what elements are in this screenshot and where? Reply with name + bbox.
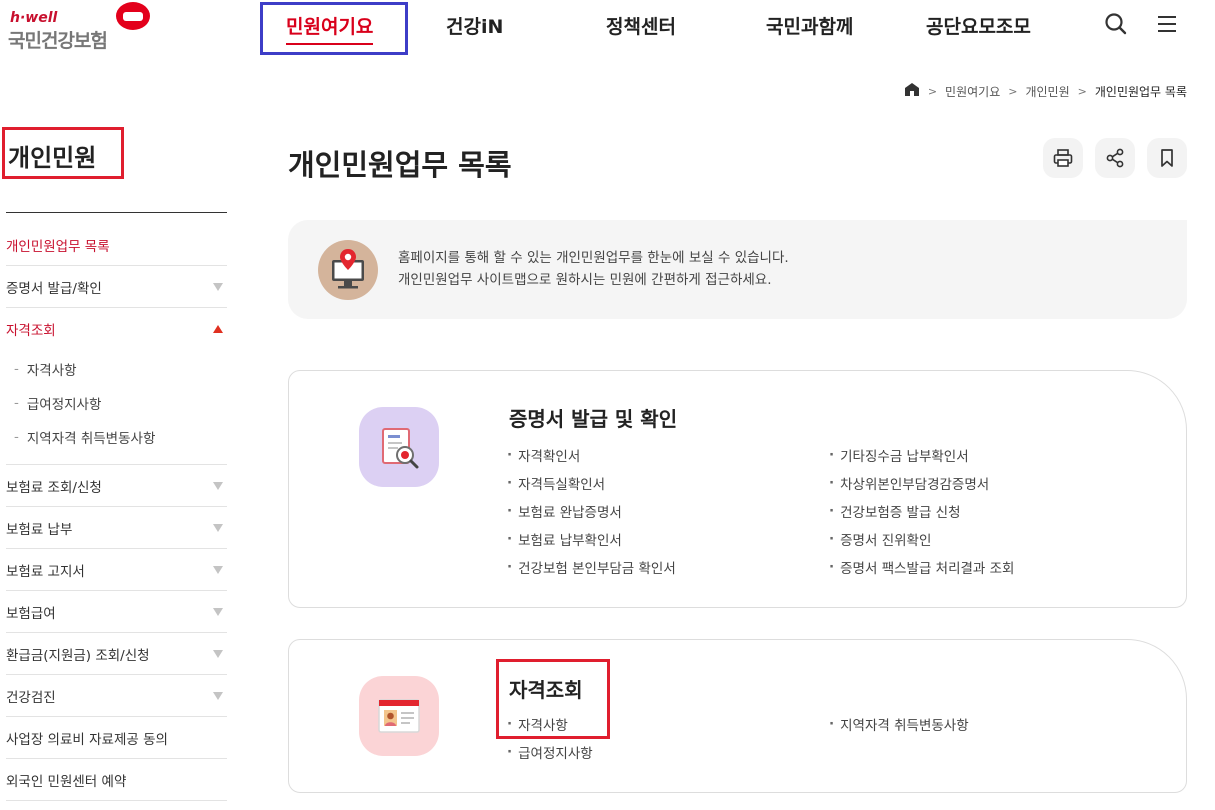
breadcrumb-item[interactable]: 개인민원 (1025, 83, 1069, 100)
menu-icon[interactable] (1153, 10, 1181, 38)
link-regional-eligibility-changes[interactable]: 지역자격 취득변동사항 (829, 710, 1151, 738)
chevron-right-icon: > (1077, 84, 1087, 98)
sidebar-item-list[interactable]: 개인민원업무 목록 (6, 224, 227, 266)
sidebar-subitem-eligibility-details[interactable]: - 자격사항 (14, 352, 227, 386)
logo-mark-icon (116, 2, 150, 30)
link-benefit-suspension[interactable]: 급여정지사항 (507, 738, 829, 766)
bookmark-icon[interactable] (1147, 138, 1187, 178)
print-icon[interactable] (1043, 138, 1083, 178)
sidebar-subitem-benefit-suspension[interactable]: - 급여정지사항 (14, 386, 227, 420)
section-certificate: 증명서 발급 및 확인 자격확인서 기타징수금 납부확인서 자격득실확인서 차상… (288, 370, 1187, 608)
nav-policy-center[interactable]: 정책센터 (606, 12, 676, 39)
link-eligibility-certificate[interactable]: 자격확인서 (507, 441, 829, 469)
intro-banner: 홈페이지를 통해 할 수 있는 개인민원업무를 한눈에 보실 수 있습니다. 개… (288, 220, 1187, 319)
sidebar-item-premium-inquiry[interactable]: 보험료 조회/신청 (6, 465, 227, 507)
sidebar-divider (6, 212, 227, 213)
breadcrumb-current: 개인민원업무 목록 (1094, 84, 1187, 99)
link-copayment-confirmation[interactable]: 건강보험 본인부담금 확인서 (507, 553, 829, 581)
share-icon[interactable] (1095, 138, 1135, 178)
chevron-up-icon (213, 325, 223, 333)
nav-with-citizens[interactable]: 국민과함께 (766, 12, 853, 39)
sidebar-item-eligibility[interactable]: 자격조회 (6, 308, 227, 350)
link-eligibility-history[interactable]: 자격득실확인서 (507, 469, 829, 497)
chevron-down-icon (213, 649, 223, 658)
site-header: h·well 국민건강보험 민원여기요 건강iN 정책센터 국민과함께 공단요모… (0, 0, 1215, 58)
sidebar-item-premium-payment[interactable]: 보험료 납부 (6, 507, 227, 549)
chevron-right-icon: > (927, 84, 938, 98)
sidebar-item-premium-bill[interactable]: 보험료 고지서 (6, 549, 227, 591)
nhis-logo[interactable]: h·well 국민건강보험 (8, 2, 158, 52)
annotation-box-nav (260, 2, 408, 55)
home-icon[interactable] (904, 82, 920, 100)
chevron-down-icon (213, 282, 223, 291)
section-link-list: 자격확인서 기타징수금 납부확인서 자격득실확인서 차상위본인부담경감증명서 보… (507, 441, 1147, 581)
nav-about-nhis[interactable]: 공단요모조모 (926, 12, 1031, 39)
id-card-icon (359, 676, 439, 756)
search-icon[interactable] (1102, 10, 1130, 38)
nav-health-in[interactable]: 건강iN (446, 12, 503, 39)
chevron-right-icon: > (1008, 84, 1018, 98)
sidebar-submenu: - 자격사항 - 급여정지사항 - 지역자격 취득변동사항 (6, 350, 227, 465)
page-title: 개인민원업무 목록 (288, 148, 512, 182)
sidebar-item-benefits[interactable]: 보험급여 (6, 591, 227, 633)
link-insurance-card-request[interactable]: 건강보험증 발급 신청 (829, 497, 1151, 525)
breadcrumb: > 민원여기요 > 개인민원 > 개인민원업무 목록 (904, 82, 1187, 100)
section-title: 증명서 발급 및 확인 (509, 407, 678, 431)
chevron-down-icon (213, 523, 223, 532)
logo-hwell: h·well (10, 10, 58, 26)
link-near-poverty-certificate[interactable]: 차상위본인부담경감증명서 (829, 469, 1151, 497)
link-premium-full-payment[interactable]: 보험료 완납증명서 (507, 497, 829, 525)
intro-line: 홈페이지를 통해 할 수 있는 개인민원업무를 한눈에 보실 수 있습니다. (398, 250, 789, 266)
intro-line: 개인민원업무 사이트맵으로 원하시는 민원에 간편하게 접근하세요. (398, 272, 772, 288)
sidebar-subitem-regional-changes[interactable]: - 지역자격 취득변동사항 (14, 420, 227, 454)
chevron-down-icon (213, 481, 223, 490)
sidebar-item-health-checkup[interactable]: 건강검진 (6, 675, 227, 717)
link-fax-issuance-result[interactable]: 증명서 팩스발급 처리결과 조회 (829, 553, 1151, 581)
sidebar-item-foreigner-center[interactable]: 외국인 민원센터 예약 (6, 759, 227, 801)
intro-text: 홈페이지를 통해 할 수 있는 개인민원업무를 한눈에 보실 수 있습니다. 개… (398, 247, 789, 291)
link-premium-payment-receipt[interactable]: 보험료 납부확인서 (507, 525, 829, 553)
sidebar-item-certificate[interactable]: 증명서 발급/확인 (6, 266, 227, 308)
annotation-box-sidebar-title (2, 127, 124, 179)
logo-text: 국민건강보험 (8, 30, 108, 52)
chevron-down-icon (213, 691, 223, 700)
link-certificate-verification[interactable]: 증명서 진위확인 (829, 525, 1151, 553)
sidebar-menu: 개인민원업무 목록 증명서 발급/확인 자격조회 - 자격사항 - 급여정지사항 -… (6, 224, 227, 801)
sidebar-item-refund[interactable]: 환급금(지원금) 조회/신청 (6, 633, 227, 675)
breadcrumb-item[interactable]: 민원여기요 (945, 83, 1000, 100)
chevron-down-icon (213, 565, 223, 574)
sidebar-item-medical-data-consent[interactable]: 사업장 의료비 자료제공 동의 (6, 717, 227, 759)
page-tools (1043, 138, 1187, 178)
section-eligibility: 자격조회 자격사항 지역자격 취득변동사항 급여정지사항 (288, 639, 1187, 793)
monitor-location-icon (318, 240, 378, 300)
chevron-down-icon (213, 607, 223, 616)
certificate-search-icon (359, 407, 439, 487)
link-other-collection-receipt[interactable]: 기타징수금 납부확인서 (829, 441, 1151, 469)
annotation-box-eligibility (496, 659, 610, 739)
